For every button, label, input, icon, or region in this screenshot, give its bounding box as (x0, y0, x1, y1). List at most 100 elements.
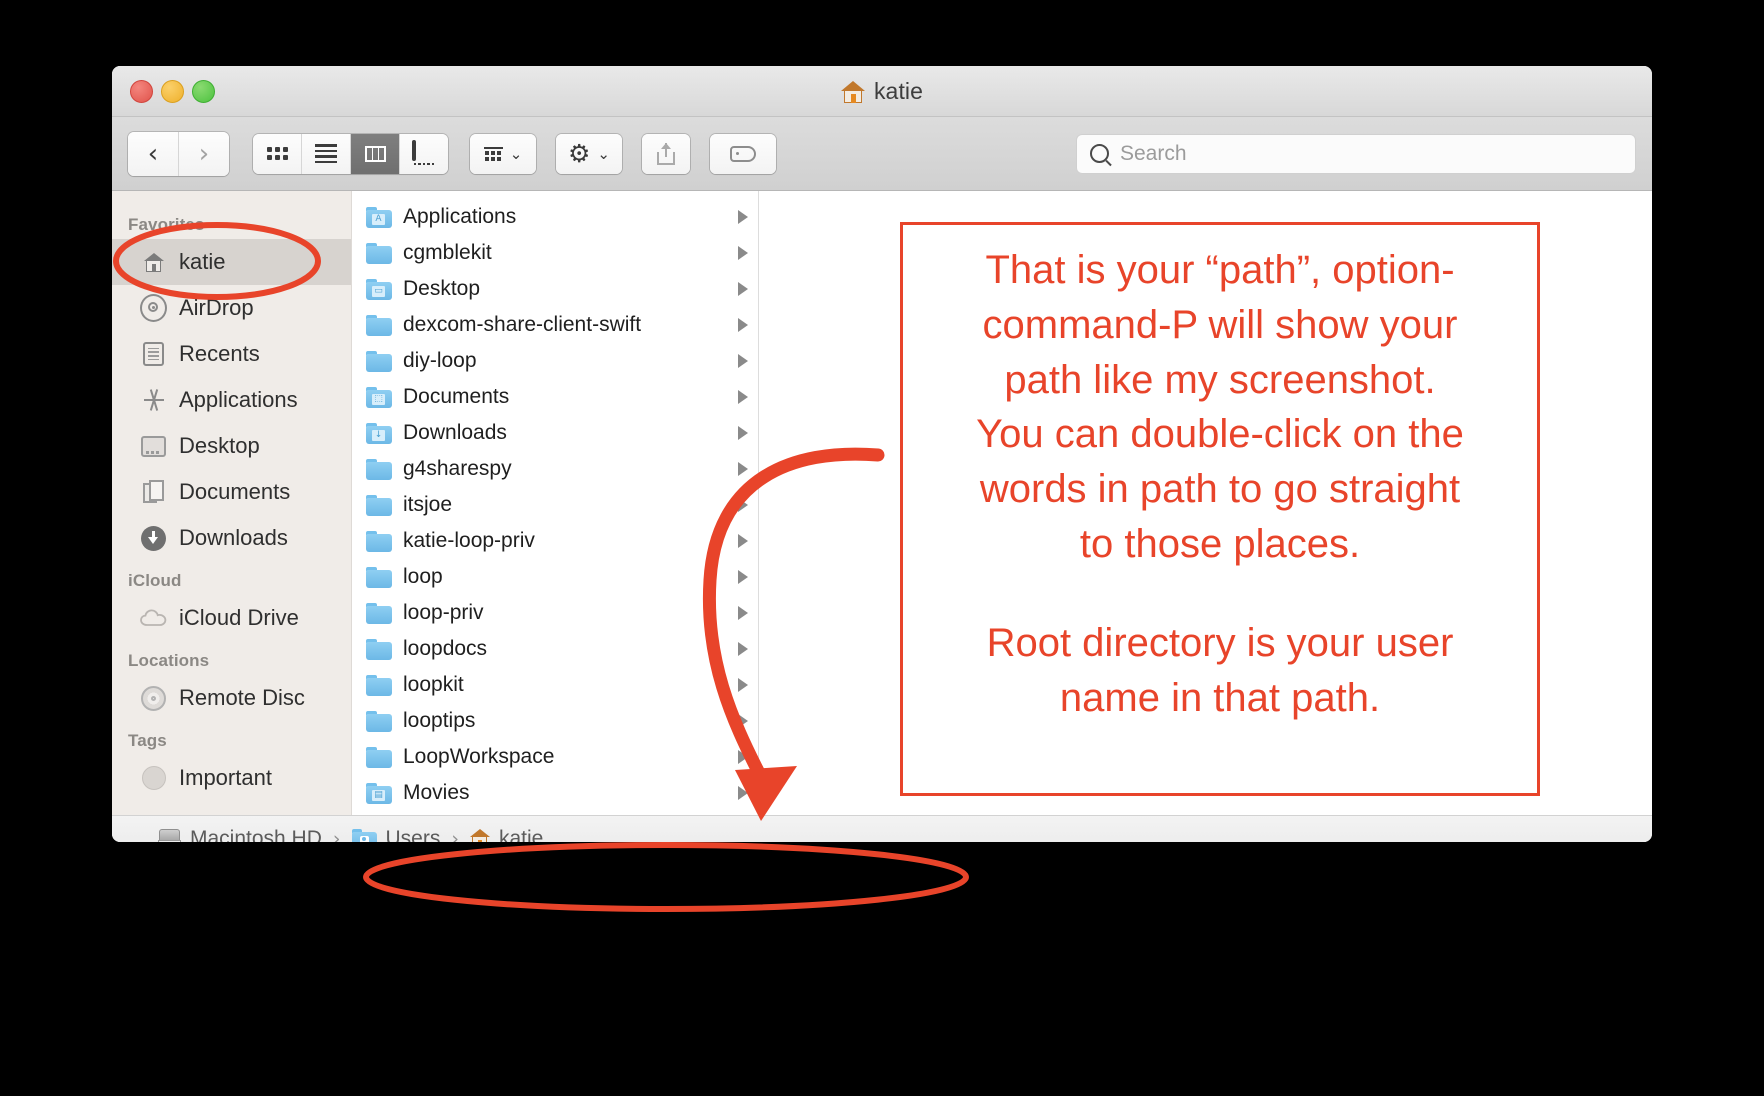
sidebar-item-label: Documents (179, 479, 291, 504)
list-item[interactable]: loopkit (352, 667, 758, 703)
folder-icon (366, 242, 392, 264)
disclosure-triangle-icon[interactable] (738, 534, 748, 548)
folder-desktop-icon: ▭ (366, 278, 392, 300)
breadcrumb-label: Users (385, 826, 441, 843)
column-view-button[interactable] (351, 133, 400, 174)
chevron-down-icon: ⌄ (509, 144, 523, 163)
tag-icon (730, 145, 756, 162)
folder-icon (366, 674, 392, 696)
file-name: loop (403, 565, 443, 588)
file-name: katie-loop-priv (403, 529, 535, 552)
sidebar-item-icloud-drive[interactable]: iCloud Drive (112, 595, 351, 641)
folder-documents-icon: ⬚ (366, 386, 392, 408)
list-item[interactable]: itsjoe (352, 487, 758, 523)
list-item[interactable]: loop-priv (352, 595, 758, 631)
sidebar-item-applications[interactable]: Applications (112, 377, 351, 423)
sidebar-item-downloads[interactable]: Downloads (112, 515, 351, 561)
breadcrumb-katie[interactable]: katie (469, 826, 544, 843)
list-item[interactable]: ▤ Movies (352, 775, 758, 811)
disclosure-triangle-icon[interactable] (738, 642, 748, 656)
gallery-view-button[interactable] (400, 133, 448, 174)
list-item[interactable]: ⬚ Documents (352, 379, 758, 415)
list-item[interactable]: A Applications (352, 199, 758, 235)
file-column[interactable]: A Applications cgmblekit ▭ Desktop dexco… (352, 191, 759, 815)
disclosure-triangle-icon[interactable] (738, 390, 748, 404)
file-name: Applications (403, 205, 517, 228)
recents-icon (140, 341, 167, 368)
disclosure-triangle-icon[interactable] (738, 426, 748, 440)
disclosure-triangle-icon[interactable] (738, 750, 748, 764)
disc-icon (140, 685, 167, 712)
list-item[interactable]: LoopWorkspace (352, 739, 758, 775)
sidebar-item-airdrop[interactable]: AirDrop (112, 285, 351, 331)
file-name: LoopWorkspace (403, 745, 555, 768)
sidebar-item-label: iCloud Drive (179, 605, 299, 630)
tag-circle-icon (140, 765, 167, 792)
sidebar-heading-icloud: iCloud (128, 571, 182, 590)
list-item[interactable]: katie-loop-priv (352, 523, 758, 559)
disclosure-triangle-icon[interactable] (738, 210, 748, 224)
disclosure-triangle-icon[interactable] (738, 354, 748, 368)
disclosure-triangle-icon[interactable] (738, 282, 748, 296)
home-icon (469, 829, 490, 842)
list-item[interactable]: looptips (352, 703, 758, 739)
disclosure-triangle-icon[interactable] (738, 714, 748, 728)
sidebar-item-katie[interactable]: katie (112, 239, 351, 285)
disclosure-triangle-icon[interactable] (738, 678, 748, 692)
list-item[interactable]: g4sharespy (352, 451, 758, 487)
icon-view-button[interactable] (253, 133, 302, 174)
arrange-by-button[interactable]: ⌄ (470, 133, 536, 174)
sidebar-item-label: Remote Disc (179, 685, 305, 710)
sidebar-item-desktop[interactable]: Desktop (112, 423, 351, 469)
share-button[interactable] (642, 133, 690, 174)
finder-sidebar: Favorites katie AirDrop Recents Applicat… (112, 191, 352, 815)
search-field[interactable]: Search (1076, 133, 1636, 174)
disclosure-triangle-icon[interactable] (738, 570, 748, 584)
share-icon (657, 142, 675, 165)
sidebar-item-documents[interactable]: Documents (112, 469, 351, 515)
list-item[interactable]: ↓ Downloads (352, 415, 758, 451)
arrange-group: ⌄ (470, 133, 536, 174)
forward-button[interactable]: › (179, 131, 229, 176)
file-name: Documents (403, 385, 510, 408)
disclosure-triangle-icon[interactable] (738, 786, 748, 800)
folder-movies-icon: ▤ (366, 782, 392, 804)
list-item[interactable]: cgmblekit (352, 235, 758, 271)
file-name: dexcom-share-client-swift (403, 313, 642, 336)
disclosure-triangle-icon[interactable] (738, 462, 748, 476)
action-menu-button[interactable]: ⚙ ⌄ (556, 133, 622, 174)
finder-body: Favorites katie AirDrop Recents Applicat… (112, 191, 1652, 815)
list-item[interactable]: dexcom-share-client-swift (352, 307, 758, 343)
sidebar-item-recents[interactable]: Recents (112, 331, 351, 377)
file-name: Downloads (403, 421, 507, 444)
breadcrumb-users[interactable]: Users (351, 826, 441, 843)
sidebar-item-remote-disc[interactable]: Remote Disc (112, 675, 351, 721)
finder-toolbar: ‹ › ⌄ ⚙ ⌄ Search (112, 117, 1652, 191)
applications-icon (140, 387, 167, 414)
airdrop-icon (140, 294, 167, 322)
list-item[interactable]: loopdocs (352, 631, 758, 667)
edit-tags-button[interactable] (710, 133, 776, 174)
disclosure-triangle-icon[interactable] (738, 246, 748, 260)
sidebar-item-important[interactable]: Important (112, 755, 351, 801)
disclosure-triangle-icon[interactable] (738, 498, 748, 512)
breadcrumb-macintosh-hd[interactable]: Macintosh HD (158, 827, 322, 842)
file-name: loopdocs (403, 637, 488, 660)
disclosure-triangle-icon[interactable] (738, 318, 748, 332)
disclosure-triangle-icon[interactable] (738, 606, 748, 620)
list-item[interactable]: ♪ Music (352, 811, 758, 815)
folder-icon (366, 314, 392, 336)
list-view-button[interactable] (302, 133, 351, 174)
downloads-icon (140, 525, 167, 552)
sidebar-item-label: AirDrop (179, 295, 254, 320)
chevron-down-icon: ⌄ (597, 144, 610, 163)
list-item[interactable]: ▭ Desktop (352, 271, 758, 307)
back-button[interactable]: ‹ (128, 131, 179, 176)
window-title: katie (112, 78, 1652, 105)
breadcrumb-label: katie (498, 826, 544, 843)
list-item[interactable]: loop (352, 559, 758, 595)
file-name: itsjoe (403, 493, 453, 516)
file-name: loop-priv (403, 601, 484, 624)
list-item[interactable]: diy-loop (352, 343, 758, 379)
file-name: g4sharespy (403, 457, 512, 480)
